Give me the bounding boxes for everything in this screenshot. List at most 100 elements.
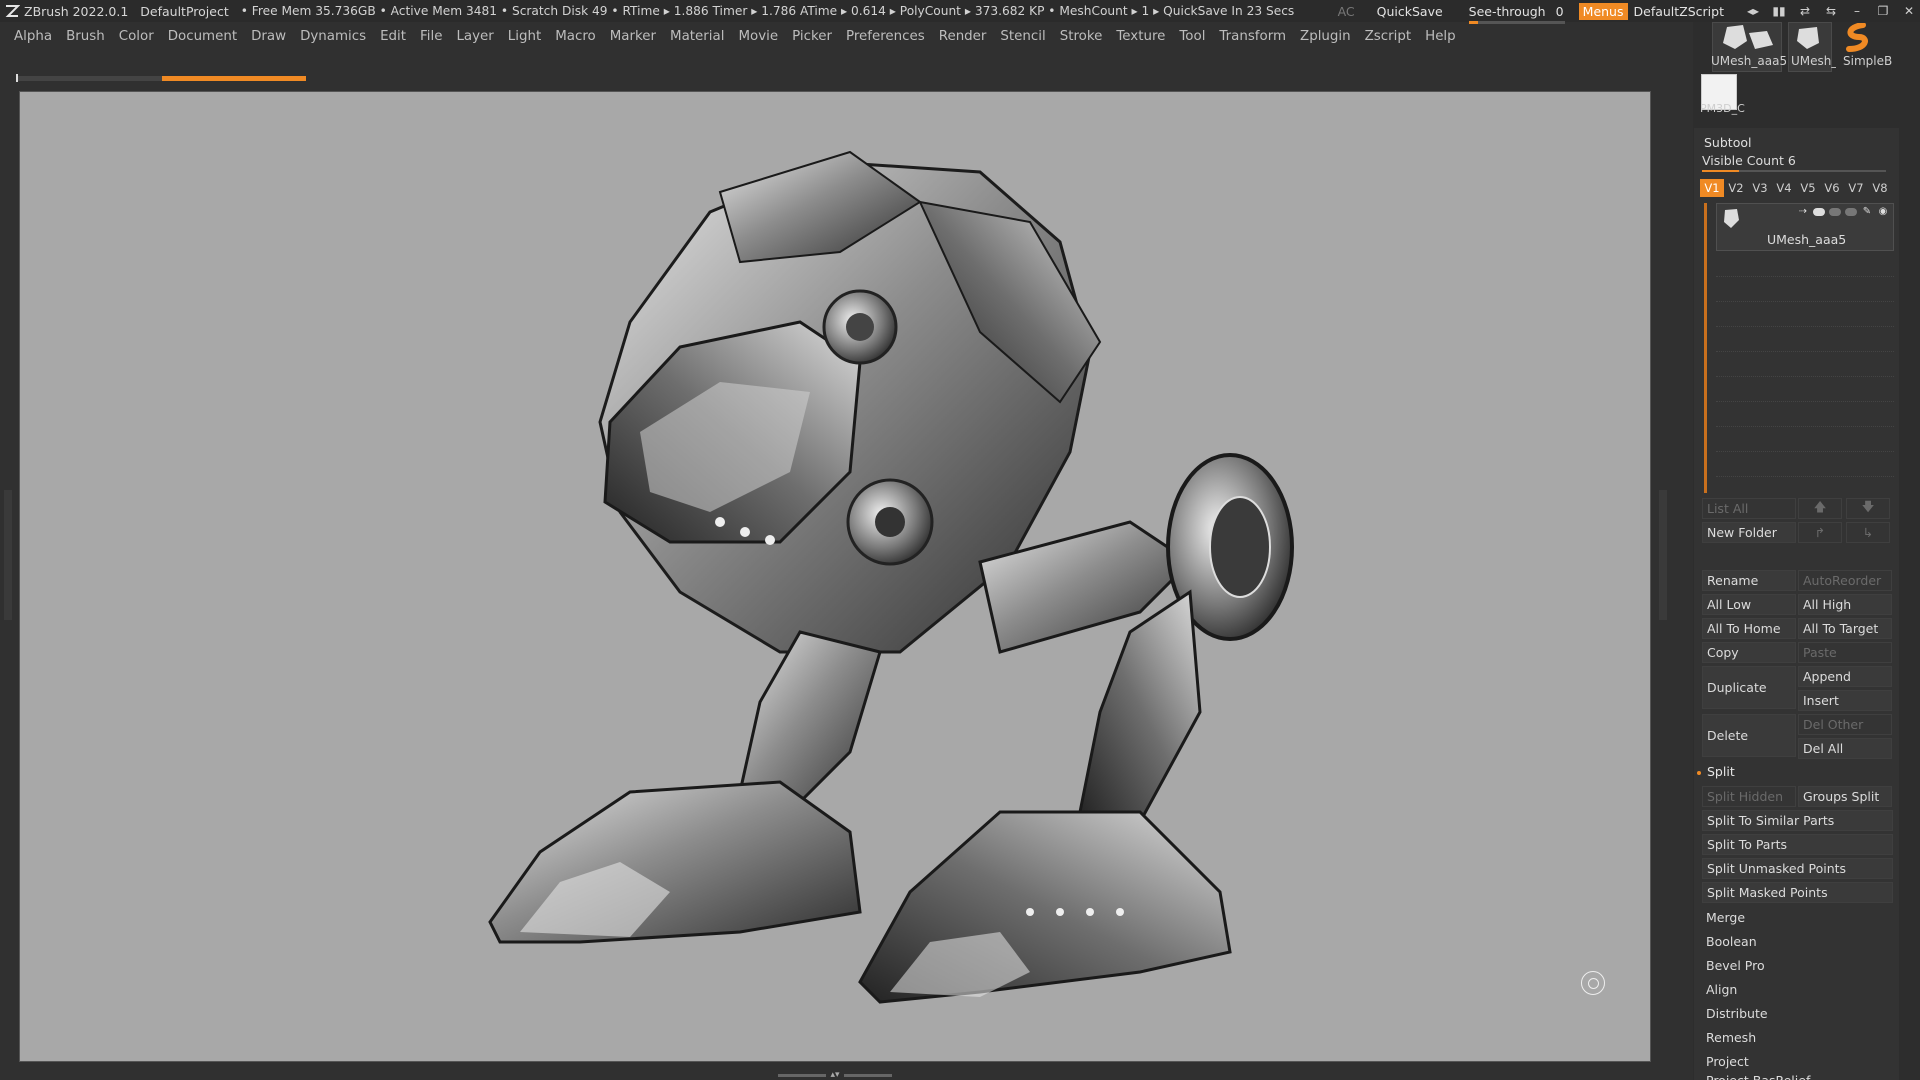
paste-button[interactable]: Paste [1798,642,1892,663]
list-all-button[interactable]: List All [1702,498,1796,519]
see-through-track[interactable] [1468,20,1565,24]
menu-light[interactable]: Light [508,29,541,44]
tab-strip-active[interactable] [162,76,306,81]
bottom-tray-handle[interactable]: ▴▾ [770,1070,900,1080]
split-to-parts-button[interactable]: Split To Parts [1702,834,1893,855]
layout-arrows-icon[interactable]: ◂▸ [1742,0,1764,22]
eye-visibility-icon[interactable]: ◉ [1877,207,1889,217]
quicksave-button[interactable]: QuickSave [1377,4,1443,19]
menu-edit[interactable]: Edit [380,29,406,44]
ghost-dot-icon[interactable] [1845,208,1857,216]
all-high-button[interactable]: All High [1798,594,1892,615]
distribute-section[interactable]: Distribute [1702,1003,1893,1024]
menu-dynamics[interactable]: Dynamics [300,29,366,44]
merge-section[interactable]: Merge [1702,907,1893,928]
project-basrelief-section[interactable]: Project BasRelief [1702,1073,1893,1080]
menu-render[interactable]: Render [939,29,987,44]
all-to-home-button[interactable]: All To Home [1702,618,1796,639]
project-name[interactable]: DefaultProject [140,4,228,19]
move-out-folder-button[interactable]: ↳ [1846,522,1890,543]
del-all-button[interactable]: Del All [1798,738,1892,759]
vset-tab-v8[interactable]: V8 [1868,179,1892,197]
window-cycle-icon[interactable]: ⇄ [1794,0,1816,22]
visible-count-track[interactable] [1702,170,1886,172]
menu-stroke[interactable]: Stroke [1060,29,1103,44]
polypaint-icon[interactable]: ⇢ [1797,207,1809,217]
menu-color[interactable]: Color [119,29,154,44]
duplicate-button[interactable]: Duplicate [1702,666,1796,709]
see-through-slider[interactable]: See-through 0 [1468,4,1565,24]
project-section[interactable]: Project [1702,1051,1893,1072]
menu-movie[interactable]: Movie [738,29,778,44]
menu-macro[interactable]: Macro [555,29,596,44]
window-swap-icon[interactable]: ⇆ [1820,0,1842,22]
vset-tab-v6[interactable]: V6 [1820,179,1844,197]
del-other-button[interactable]: Del Other [1798,714,1892,735]
split-hidden-button[interactable]: Split Hidden [1702,786,1796,807]
collapse-arrows-icon[interactable]: ▴▾ [830,1070,839,1080]
menu-zplugin[interactable]: Zplugin [1300,29,1351,44]
subtool-item-umesh-aaa5[interactable]: ⇢ ✎ ◉ UMesh_aaa5 [1716,203,1894,251]
vset-tab-v1[interactable]: V1 [1700,179,1724,197]
navigation-gizmo-icon[interactable] [1581,971,1605,995]
split-section-header[interactable]: Split [1697,764,1735,779]
menu-preferences[interactable]: Preferences [846,29,925,44]
left-tray-handle[interactable] [4,490,12,620]
layout-bars-icon[interactable]: ▮▮ [1768,0,1790,22]
copy-button[interactable]: Copy [1702,642,1796,663]
menus-toggle-button[interactable]: Menus [1578,2,1628,20]
solo-dot-icon[interactable] [1813,208,1825,216]
append-button[interactable]: Append [1798,666,1892,687]
bevel-pro-section[interactable]: Bevel Pro [1702,955,1893,976]
menu-tool[interactable]: Tool [1179,29,1205,44]
menu-stencil[interactable]: Stencil [1000,29,1045,44]
groups-split-button[interactable]: Groups Split [1798,786,1892,807]
menu-marker[interactable]: Marker [610,29,656,44]
move-to-folder-button[interactable]: ↱ [1798,522,1842,543]
split-unmasked-button[interactable]: Split Unmasked Points [1702,858,1893,879]
minimize-icon[interactable]: – [1846,0,1868,22]
auto-reorder-button[interactable]: AutoReorder [1798,570,1892,591]
all-low-button[interactable]: All Low [1702,594,1796,615]
new-folder-button[interactable]: New Folder [1702,522,1796,543]
menu-layer[interactable]: Layer [456,29,493,44]
robot-mech-model[interactable] [20,92,1651,1062]
menu-material[interactable]: Material [670,29,724,44]
vset-tab-v4[interactable]: V4 [1772,179,1796,197]
insert-button[interactable]: Insert [1798,690,1892,711]
vset-tab-v5[interactable]: V5 [1796,179,1820,197]
delete-button[interactable]: Delete [1702,714,1796,757]
vset-tab-v7[interactable]: V7 [1844,179,1868,197]
rename-button[interactable]: Rename [1702,570,1796,591]
visible-count-slider[interactable]: Visible Count 6 [1702,153,1796,168]
menu-alpha[interactable]: Alpha [14,29,52,44]
ac-toggle[interactable]: AC [1338,4,1355,19]
brush-edit-icon[interactable]: ✎ [1861,207,1873,217]
align-section[interactable]: Align [1702,979,1893,1000]
menu-help[interactable]: Help [1425,29,1456,44]
remesh-section[interactable]: Remesh [1702,1027,1893,1048]
right-tray-handle[interactable] [1659,490,1667,620]
vset-tab-v3[interactable]: V3 [1748,179,1772,197]
boolean-section[interactable]: Boolean [1702,931,1893,952]
document-canvas[interactable] [19,91,1651,1062]
document-tab-strip[interactable] [16,74,306,82]
split-similar-parts-button[interactable]: Split To Similar Parts [1702,810,1893,831]
menu-zscript[interactable]: Zscript [1365,29,1412,44]
subtool-list[interactable]: ⇢ ✎ ◉ UMesh_aaa5 [1704,203,1896,493]
menu-file[interactable]: File [420,29,442,44]
default-zscript-button[interactable]: DefaultZScript [1634,4,1725,19]
menu-document[interactable]: Document [168,29,237,44]
menu-brush[interactable]: Brush [66,29,105,44]
subtool-list-scrollbar[interactable] [1704,203,1707,493]
split-masked-button[interactable]: Split Masked Points [1702,882,1893,903]
move-up-button[interactable]: 🡅 [1798,498,1842,519]
vset-tab-v2[interactable]: V2 [1724,179,1748,197]
all-to-target-button[interactable]: All To Target [1798,618,1892,639]
menu-draw[interactable]: Draw [251,29,286,44]
restore-icon[interactable]: ❐ [1872,0,1894,22]
move-down-button[interactable]: 🡇 [1846,498,1890,519]
menu-transform[interactable]: Transform [1219,29,1286,44]
menu-picker[interactable]: Picker [792,29,832,44]
menu-texture[interactable]: Texture [1116,29,1165,44]
